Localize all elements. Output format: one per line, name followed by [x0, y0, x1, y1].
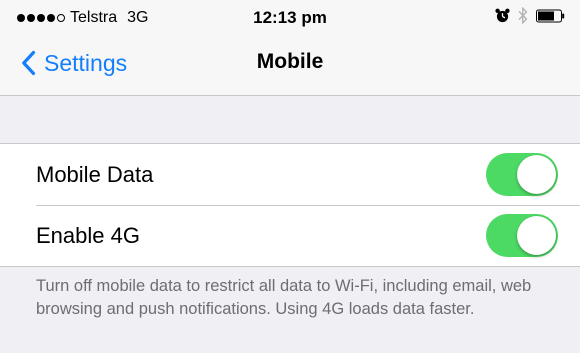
status-time: 12:13 pm — [253, 8, 327, 27]
top-bar: Telstra 3G 12:13 pm Settings Mobile — [0, 0, 580, 96]
mobile-settings-group: Mobile Data Enable 4G — [0, 143, 580, 267]
settings-footer-note: Turn off mobile data to restrict all dat… — [36, 277, 532, 318]
bluetooth-icon — [518, 6, 528, 29]
toggle-knob — [517, 216, 556, 255]
mobile-data-label: Mobile Data — [36, 161, 154, 187]
battery-icon — [536, 9, 566, 28]
status-bar-right — [495, 6, 566, 29]
alarm-clock-icon — [495, 8, 510, 28]
settings-row-enable-4g: Enable 4G — [0, 205, 580, 266]
settings-row-mobile-data: Mobile Data — [0, 144, 580, 205]
mobile-data-toggle[interactable] — [486, 153, 558, 196]
page-title: Mobile — [256, 50, 324, 73]
enable-4g-toggle[interactable] — [486, 214, 558, 257]
mobile-settings-screen: Telstra 3G 12:13 pm Settings Mobile Mobi… — [0, 0, 580, 353]
toggle-knob — [517, 155, 556, 194]
enable-4g-label: Enable 4G — [36, 222, 140, 248]
